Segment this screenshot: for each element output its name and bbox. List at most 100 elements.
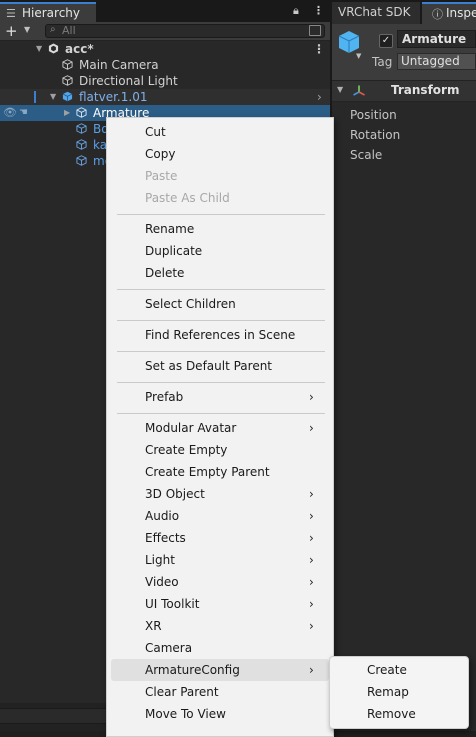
- tab-vrchat-sdk[interactable]: VRChat SDK: [332, 2, 420, 24]
- menu-item-delete[interactable]: Delete: [107, 262, 333, 284]
- menu-item-label: Camera: [145, 641, 193, 655]
- submenu-item-create[interactable]: Create: [330, 659, 468, 681]
- chevron-down-icon[interactable]: ▼: [24, 25, 30, 34]
- kebab-menu-icon[interactable]: ⋮: [313, 4, 324, 17]
- menu-item-camera[interactable]: Camera: [107, 637, 333, 659]
- menu-item-clear-parent[interactable]: Clear Parent: [107, 681, 333, 703]
- submenu-item-label: Create: [367, 663, 407, 677]
- menu-item-copy[interactable]: Copy: [107, 143, 333, 165]
- hierarchy-row-main-camera[interactable]: Main Camera: [0, 57, 330, 73]
- chevron-right-icon[interactable]: ›: [317, 89, 322, 105]
- tag-dropdown[interactable]: Untagged: [397, 53, 476, 70]
- hierarchy-toolbar: + ▼ ⌕ All: [0, 22, 330, 41]
- menu-separator: [117, 382, 325, 383]
- inspector-panel: VRChat SDK ⓘ Inspe ▼ ✓ Armature Tag Unta…: [332, 0, 476, 731]
- scene-menu-icon[interactable]: ⋮: [313, 41, 325, 57]
- list-icon: ☰: [6, 7, 16, 20]
- visibility-eye-icon[interactable]: 👁︎: [3, 105, 17, 121]
- transform-header[interactable]: ▼ Transform: [332, 81, 476, 102]
- gameobject-icon: [62, 75, 73, 86]
- override-bar: [34, 91, 36, 103]
- expand-arrow-icon[interactable]: ▼: [337, 85, 343, 94]
- hierarchy-row-directional-light[interactable]: Directional Light: [0, 73, 330, 89]
- pickable-hand-icon[interactable]: ☚: [19, 105, 28, 121]
- menu-item-duplicate[interactable]: Duplicate: [107, 240, 333, 262]
- submenu-item-remap[interactable]: Remap: [330, 681, 468, 703]
- expand-arrow-icon[interactable]: ▶: [64, 105, 70, 121]
- menu-item-create-empty[interactable]: Create Empty: [107, 439, 333, 461]
- menu-item-move-to-view[interactable]: Move To View: [107, 703, 333, 725]
- expand-arrow-icon[interactable]: ▼: [36, 41, 42, 57]
- menu-item-cut[interactable]: Cut: [107, 121, 333, 143]
- menu-item-label: Rename: [145, 222, 195, 236]
- menu-item-label: Find References in Scene: [145, 328, 296, 342]
- search-placeholder: All: [62, 24, 76, 37]
- menu-item-label: Prefab: [145, 390, 184, 404]
- menu-item-modular-avatar[interactable]: Modular Avatar ›: [107, 417, 333, 439]
- hierarchy-row-scene[interactable]: ▼ acc* ⋮: [0, 41, 330, 57]
- filter-icon[interactable]: [309, 25, 321, 36]
- menu-item-label: XR: [145, 619, 162, 633]
- add-button[interactable]: +: [5, 22, 18, 40]
- info-icon: ⓘ: [432, 8, 443, 21]
- tag-label: Tag: [372, 55, 393, 69]
- menu-item-label: Move To View: [145, 707, 226, 721]
- tab-vrchat-sdk-label: VRChat SDK: [338, 5, 411, 19]
- chevron-right-icon: ›: [309, 421, 314, 435]
- menu-item-paste: Paste: [107, 165, 333, 187]
- row-label: Directional Light: [79, 74, 178, 88]
- lock-icon[interactable]: 🔒︎: [293, 4, 299, 18]
- prop-rotation-label: Rotation: [350, 128, 401, 142]
- context-menu: Cut Copy Paste Paste As Child Rename Dup…: [106, 117, 334, 737]
- gameobject-icon: [76, 139, 87, 150]
- prop-scale-label: Scale: [350, 148, 383, 162]
- menu-item-find-references[interactable]: Find References in Scene: [107, 324, 333, 346]
- object-name-field[interactable]: Armature: [397, 30, 476, 48]
- chevron-right-icon: ›: [309, 663, 314, 677]
- gameobject-icon: [76, 155, 87, 166]
- menu-item-3d-object[interactable]: 3D Object ›: [107, 483, 333, 505]
- tab-hierarchy-label: Hierarchy: [22, 6, 81, 20]
- search-input[interactable]: ⌕ All: [45, 24, 325, 38]
- tab-hierarchy[interactable]: ☰ Hierarchy: [0, 2, 96, 22]
- gameobject-icon: [76, 107, 87, 118]
- menu-item-armatureconfig[interactable]: ArmatureConfig ›: [111, 659, 329, 681]
- menu-item-label: Create Empty Parent: [145, 465, 270, 479]
- menu-item-label: Paste: [145, 169, 178, 183]
- component-title: Transform: [391, 83, 460, 97]
- menu-item-ui-toolkit[interactable]: UI Toolkit ›: [107, 593, 333, 615]
- armatureconfig-submenu: Create Remap Remove: [329, 656, 469, 729]
- menu-item-xr[interactable]: XR ›: [107, 615, 333, 637]
- chevron-right-icon: ›: [309, 553, 314, 567]
- menu-item-select-children[interactable]: Select Children: [107, 293, 333, 315]
- expand-arrow-icon[interactable]: ▼: [50, 89, 56, 105]
- menu-item-set-default-parent[interactable]: Set as Default Parent: [107, 355, 333, 377]
- hierarchy-row-flatver[interactable]: ▼ flatver.1.01 ›: [0, 89, 330, 105]
- search-icon: ⌕: [50, 24, 56, 35]
- menu-item-video[interactable]: Video ›: [107, 571, 333, 593]
- menu-item-label: Delete: [145, 266, 185, 280]
- menu-separator: [117, 320, 325, 321]
- menu-item-effects[interactable]: Effects ›: [107, 527, 333, 549]
- chevron-right-icon: ›: [309, 390, 314, 404]
- menu-item-prefab[interactable]: Prefab ›: [107, 386, 333, 408]
- submenu-item-remove[interactable]: Remove: [330, 703, 468, 725]
- object-cube-icon: [338, 31, 360, 53]
- menu-item-rename[interactable]: Rename: [107, 218, 333, 240]
- chevron-right-icon: ›: [309, 597, 314, 611]
- menu-item-label: Duplicate: [145, 244, 203, 258]
- icon-dropdown-caret[interactable]: ▼: [356, 52, 361, 60]
- menu-separator: [117, 413, 325, 414]
- menu-item-label: Copy: [145, 147, 176, 161]
- menu-item-audio[interactable]: Audio ›: [107, 505, 333, 527]
- tab-inspector-label: Inspe: [446, 6, 476, 20]
- menu-item-label: Effects: [145, 531, 186, 545]
- menu-item-light[interactable]: Light ›: [107, 549, 333, 571]
- chevron-right-icon: ›: [309, 575, 314, 589]
- tab-inspector[interactable]: ⓘ Inspe: [422, 2, 476, 24]
- active-checkbox[interactable]: ✓: [379, 34, 393, 48]
- menu-separator: [117, 351, 325, 352]
- submenu-item-label: Remap: [367, 685, 409, 699]
- inspector-tab-bar: VRChat SDK ⓘ Inspe: [332, 0, 476, 24]
- menu-item-create-empty-parent[interactable]: Create Empty Parent: [107, 461, 333, 483]
